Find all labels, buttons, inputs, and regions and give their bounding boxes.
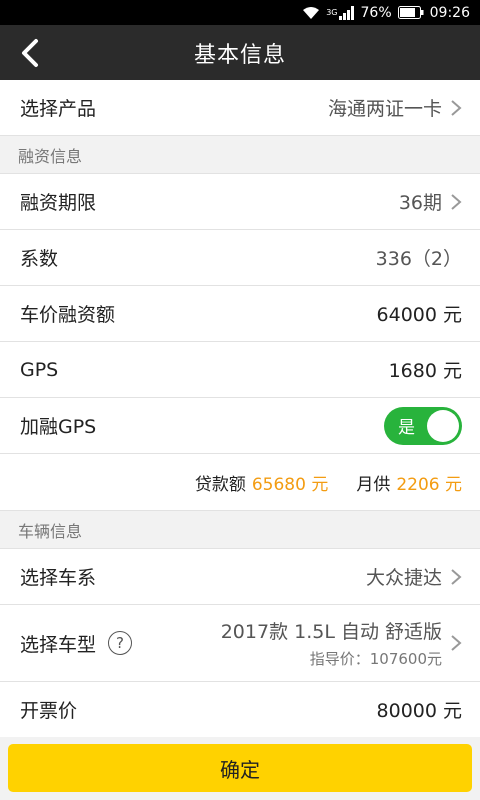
toggle-text: 是 — [398, 418, 415, 438]
loan-summary: 贷款额 65680 元 月供 2206 元 — [0, 454, 480, 511]
invoice-price-label: 开票价 — [20, 700, 78, 722]
signal-icon: 3G — [326, 5, 354, 20]
financing-section-header: 融资信息 — [0, 136, 480, 174]
term-value-wrap: 36期 — [399, 188, 462, 215]
loan-label: 贷款额 — [194, 474, 246, 495]
page-title: 基本信息 — [193, 42, 286, 68]
battery-percent: 76% — [360, 4, 392, 21]
chevron-right-icon — [451, 635, 462, 651]
product-value: 海通两证一卡 — [327, 98, 442, 120]
monthly-value: 2206 元 — [396, 474, 462, 495]
product-row[interactable]: 选择产品 海通两证一卡 — [0, 80, 480, 136]
coefficient-value: 336（2） — [375, 248, 462, 270]
finance-gps-toggle[interactable]: 是 — [384, 406, 462, 445]
vehicle-model-label-wrap: 选择车型 ? — [20, 630, 133, 657]
confirm-button[interactable]: 确定 — [8, 744, 472, 792]
chevron-right-icon — [451, 568, 462, 585]
finance-gps-label: 加融GPS — [20, 416, 97, 438]
term-value: 36期 — [398, 192, 442, 214]
vehicle-model-value-stack: 2017款 1.5L 自动 舒适版 指导价：107600元 — [221, 617, 442, 669]
battery-icon — [397, 6, 424, 19]
chevron-right-icon — [451, 193, 462, 210]
term-row[interactable]: 融资期限 36期 — [0, 174, 480, 230]
clock: 09:26 — [429, 4, 470, 21]
vehicle-series-value: 大众捷达 — [365, 567, 442, 589]
product-label: 选择产品 — [20, 98, 97, 120]
network-type: 3G — [326, 8, 338, 17]
form-content[interactable]: 选择产品 海通两证一卡 融资信息 融资期限 36期 系数 336（2） 车价融资… — [0, 80, 480, 737]
coefficient-label: 系数 — [20, 248, 59, 270]
invoice-price-value[interactable]: 80000 元 — [377, 696, 462, 723]
car-price-financing-label: 车价融资额 — [20, 304, 116, 326]
vehicle-series-label: 选择车系 — [20, 567, 97, 589]
wifi-icon — [302, 6, 320, 20]
monthly-label: 月供 — [356, 474, 391, 495]
gps-row: GPS 1680 元 — [0, 342, 480, 398]
invoice-price-row[interactable]: 开票价 80000 元 — [0, 682, 480, 737]
back-arrow-icon[interactable] — [10, 33, 50, 73]
term-label: 融资期限 — [20, 192, 97, 214]
guide-price: 指导价：107600元 — [309, 650, 442, 668]
vehicle-model-label: 选择车型 — [20, 633, 97, 656]
bottom-bar: 确定 — [0, 737, 480, 800]
chevron-right-icon — [451, 99, 462, 116]
status-bar: 3G 76% 09:26 — [0, 0, 480, 25]
car-price-financing-value: 64000 元 — [376, 304, 462, 326]
help-icon[interactable]: ? — [108, 631, 133, 655]
coefficient-row: 系数 336（2） — [0, 230, 480, 286]
finance-gps-row: 加融GPS 是 — [0, 398, 480, 454]
vehicle-model-row[interactable]: 选择车型 ? 2017款 1.5L 自动 舒适版 指导价：107600元 — [0, 605, 480, 682]
vehicle-model-value: 2017款 1.5L 自动 舒适版 — [220, 621, 442, 643]
vehicle-model-value-wrap: 2017款 1.5L 自动 舒适版 指导价：107600元 — [221, 617, 462, 669]
title-bar: 基本信息 — [0, 25, 480, 80]
gps-value: 1680 元 — [388, 360, 462, 382]
loan-value: 65680 元 — [251, 474, 329, 495]
vehicle-series-row[interactable]: 选择车系 大众捷达 — [0, 549, 480, 605]
car-price-financing-row: 车价融资额 64000 元 — [0, 286, 480, 342]
gps-label: GPS — [20, 358, 59, 381]
product-value-wrap: 海通两证一卡 — [328, 94, 462, 121]
vehicle-series-value-wrap: 大众捷达 — [366, 563, 462, 590]
toggle-knob — [427, 409, 459, 442]
vehicle-section-header: 车辆信息 — [0, 511, 480, 549]
